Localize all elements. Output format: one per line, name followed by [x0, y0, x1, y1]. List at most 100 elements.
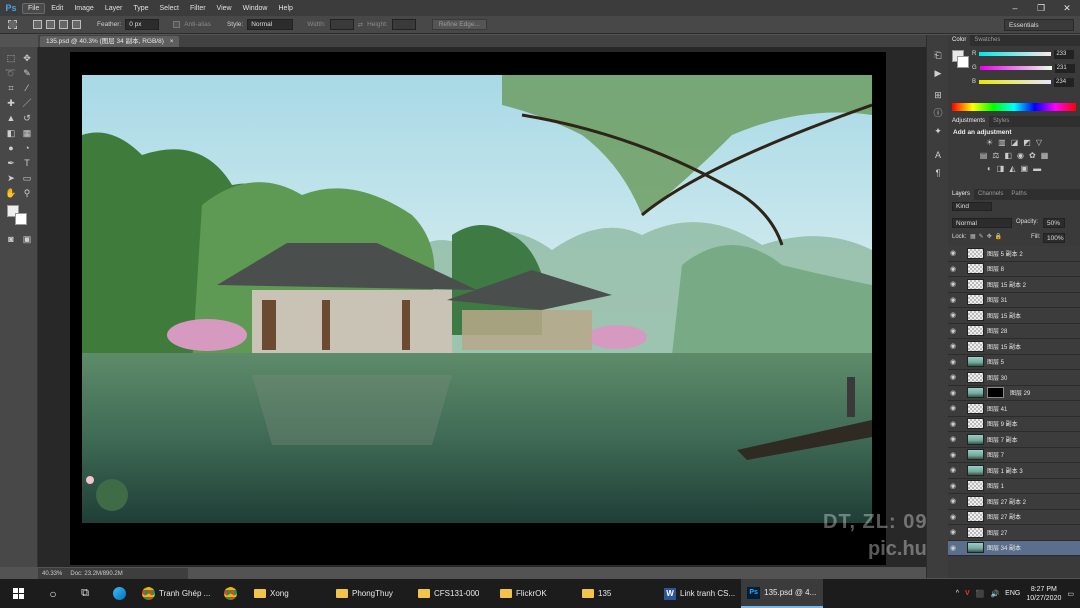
refine-edge-button[interactable]: Refine Edge...: [431, 19, 487, 30]
layer-name[interactable]: 图层 34 副本: [987, 543, 1021, 552]
color-lookup-icon[interactable]: ▦: [1041, 151, 1049, 160]
blend-mode-select[interactable]: Normal: [952, 218, 1012, 228]
layer-row[interactable]: ◉ 图层 7: [948, 447, 1080, 463]
layer-name[interactable]: 图层 31: [987, 295, 1007, 304]
height-input[interactable]: [391, 19, 416, 30]
layer-name[interactable]: 图层 9 副本: [987, 419, 1018, 428]
menu-type[interactable]: Type: [128, 4, 153, 13]
paragraph-icon[interactable]: ¶: [931, 167, 945, 179]
visibility-eye-icon[interactable]: ◉: [948, 249, 958, 257]
layer-row[interactable]: ◉ 图层 7 副本: [948, 432, 1080, 448]
visibility-eye-icon[interactable]: ◉: [948, 482, 958, 490]
visibility-eye-icon[interactable]: ◉: [948, 296, 958, 304]
visibility-eye-icon[interactable]: ◉: [948, 389, 958, 397]
quick-mask-icon[interactable]: ◙: [4, 233, 18, 245]
zoom-tool-icon[interactable]: ⚲: [20, 187, 34, 199]
document-tab[interactable]: 135.psd @ 40.3% (图层 34 副本, RGB/8) ×: [40, 36, 180, 47]
menu-file[interactable]: File: [22, 2, 46, 14]
tab-channels[interactable]: Channels: [974, 189, 1007, 200]
marquee-preset-icon[interactable]: [8, 20, 17, 29]
edge-icon[interactable]: [102, 579, 136, 608]
tab-layers[interactable]: Layers: [948, 189, 975, 200]
layer-name[interactable]: 图层 29: [1010, 388, 1030, 397]
visibility-eye-icon[interactable]: ◉: [948, 497, 958, 505]
lasso-tool-icon[interactable]: ➰: [4, 67, 18, 79]
layer-name[interactable]: 图层 7: [987, 450, 1004, 459]
visibility-eye-icon[interactable]: ◉: [948, 280, 958, 288]
layer-row[interactable]: ◉ 图层 5: [948, 354, 1080, 370]
layer-row[interactable]: ◉ 图层 5 副本 2: [948, 246, 1080, 262]
visibility-eye-icon[interactable]: ◉: [948, 327, 958, 335]
hand-tool-icon[interactable]: ✋: [4, 187, 18, 199]
layer-row[interactable]: ◉ 图层 15 副本 2: [948, 277, 1080, 293]
feather-input[interactable]: 0 px: [125, 19, 160, 30]
color-balance-icon[interactable]: ⚖: [992, 151, 999, 160]
visibility-eye-icon[interactable]: ◉: [948, 528, 958, 536]
menu-window[interactable]: Window: [238, 4, 273, 13]
taskbar-item[interactable]: Ps 135.psd @ 4...: [741, 579, 824, 608]
visibility-eye-icon[interactable]: ◉: [948, 420, 958, 428]
taskbar-item[interactable]: W Link tranh CS...: [658, 579, 741, 608]
layer-row[interactable]: ◉ 图层 15 副本: [948, 339, 1080, 355]
tray-chevron-icon[interactable]: ^: [956, 590, 959, 597]
visibility-eye-icon[interactable]: ◉: [948, 513, 958, 521]
background-color-swatch[interactable]: [15, 213, 27, 225]
visibility-eye-icon[interactable]: ◉: [948, 451, 958, 459]
layer-row[interactable]: ◉ 图层 30: [948, 370, 1080, 386]
tab-styles[interactable]: Styles: [989, 116, 1013, 127]
brush-tool-icon[interactable]: ／: [20, 97, 34, 109]
fill-input[interactable]: 100%: [1043, 233, 1065, 243]
shape-tool-icon[interactable]: ▭: [20, 172, 34, 184]
tab-paths[interactable]: Paths: [1007, 189, 1030, 200]
taskbar-item[interactable]: Tranh Ghép ...: [136, 579, 218, 608]
layer-name[interactable]: 图层 27 副本 2: [987, 497, 1026, 506]
info-icon[interactable]: ⓘ: [931, 107, 945, 119]
menu-view[interactable]: View: [212, 4, 237, 13]
layer-name[interactable]: 图层 30: [987, 373, 1007, 382]
eraser-tool-icon[interactable]: ◧: [4, 127, 18, 139]
taskbar-item[interactable]: FlickrOK: [494, 579, 576, 608]
clock[interactable]: 8:27 PM 10/27/2020: [1026, 585, 1061, 603]
tray-app-icon[interactable]: ⬛: [976, 590, 985, 598]
layer-name[interactable]: 图层 7 副本: [987, 435, 1018, 444]
visibility-eye-icon[interactable]: ◉: [948, 358, 958, 366]
layer-name[interactable]: 图层 1 副本 3: [987, 466, 1023, 475]
channel-mixer-icon[interactable]: ✿: [1029, 151, 1036, 160]
blue-slider[interactable]: [979, 80, 1052, 84]
layer-row[interactable]: ◉ 图层 1: [948, 478, 1080, 494]
new-selection-icon[interactable]: [33, 20, 42, 29]
tab-swatches[interactable]: Swatches: [970, 35, 1004, 46]
close-tab-icon[interactable]: ×: [170, 38, 174, 45]
tab-adjustments[interactable]: Adjustments: [948, 116, 990, 127]
visibility-eye-icon[interactable]: ◉: [948, 435, 958, 443]
dodge-tool-icon[interactable]: ◔: [20, 142, 34, 154]
red-slider[interactable]: [979, 52, 1052, 56]
swap-icon[interactable]: ⇄: [358, 21, 363, 29]
layer-row[interactable]: ◉ 图层 27: [948, 525, 1080, 541]
menu-image[interactable]: Image: [69, 4, 98, 13]
layer-name[interactable]: 图层 5 副本 2: [987, 249, 1023, 258]
history-brush-tool-icon[interactable]: ↺: [20, 112, 34, 124]
brush-preset-icon[interactable]: ✦: [931, 125, 945, 137]
layer-mask-thumbnail[interactable]: [987, 387, 1004, 399]
green-value[interactable]: 231: [1054, 63, 1075, 73]
path-select-tool-icon[interactable]: ➤: [4, 172, 18, 184]
visibility-eye-icon[interactable]: ◉: [948, 404, 958, 412]
layer-row[interactable]: ◉ 图层 8: [948, 261, 1080, 277]
blur-tool-icon[interactable]: ●: [4, 142, 18, 154]
history-icon[interactable]: ⎗: [931, 49, 945, 61]
layer-row[interactable]: ◉ 图层 27 副本: [948, 509, 1080, 525]
marquee-tool-icon[interactable]: ⬚: [4, 52, 18, 64]
start-button[interactable]: [0, 579, 38, 608]
levels-icon[interactable]: ▥: [998, 138, 1006, 147]
layer-name[interactable]: 图层 15 副本: [987, 342, 1021, 351]
maximize-button[interactable]: ❐: [1028, 0, 1054, 16]
layer-row[interactable]: ◉ 图层 34 副本: [948, 540, 1080, 556]
posterize-icon[interactable]: ◨: [997, 164, 1005, 173]
layer-name[interactable]: 图层 15 副本 2: [987, 280, 1026, 289]
hue-saturation-icon[interactable]: ▤: [980, 151, 988, 160]
language-indicator[interactable]: ENG: [1005, 590, 1020, 597]
layer-name[interactable]: 图层 15 副本: [987, 311, 1021, 320]
menu-edit[interactable]: Edit: [46, 4, 68, 13]
layer-name[interactable]: 图层 8: [987, 264, 1004, 273]
